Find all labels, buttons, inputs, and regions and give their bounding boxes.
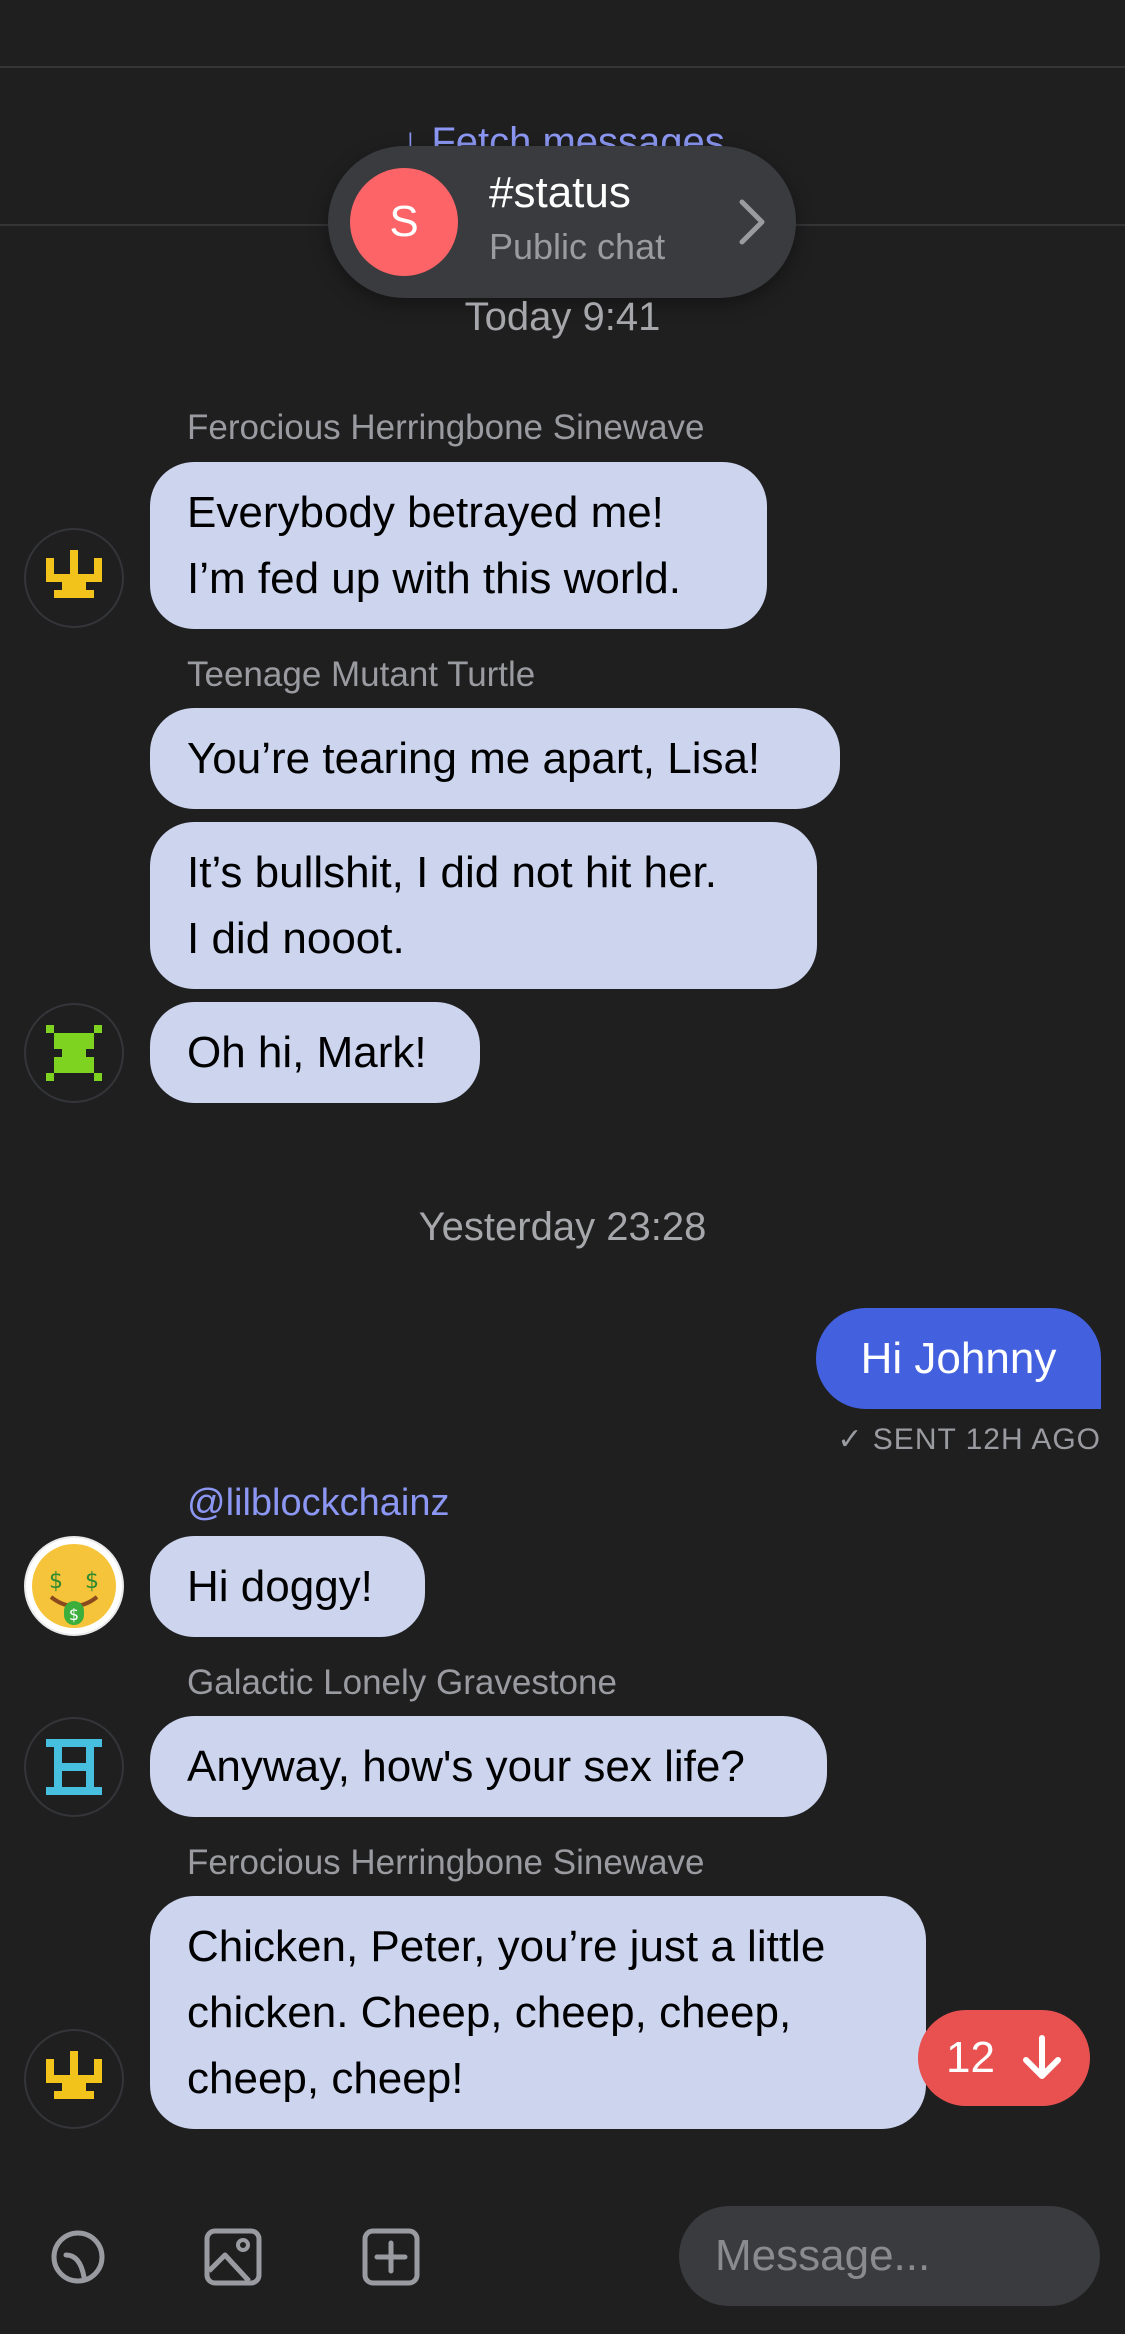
date-separator: Today 9:41 [464, 295, 661, 339]
message-bubble[interactable]: Chicken, Peter, you’re just a little chi… [150, 1896, 926, 2129]
avatar[interactable] [24, 2029, 124, 2129]
identicon-icon [46, 550, 102, 598]
add-icon[interactable] [359, 2225, 423, 2289]
date-separator: Yesterday 23:28 [418, 1205, 707, 1249]
chat-subtitle: Public chat [489, 226, 666, 267]
outgoing-message-bubble[interactable]: Hi Johnny [816, 1308, 1101, 1409]
sticker-icon[interactable] [46, 2225, 110, 2289]
sender-name: Ferocious Herringbone Sinewave [187, 408, 705, 447]
chat-avatar: S [350, 168, 458, 276]
identicon-icon [46, 1739, 102, 1795]
money-mouth-face-icon: $ $ $ [32, 1544, 116, 1628]
avatar[interactable]: $ $ $ [24, 1536, 124, 1636]
svg-text:$: $ [69, 1605, 79, 1624]
message-bubble[interactable]: You’re tearing me apart, Lisa! [150, 708, 840, 809]
avatar[interactable] [24, 1003, 124, 1103]
arrow-down-icon [1023, 2035, 1061, 2079]
unread-count: 12 [946, 2033, 995, 2082]
message-status: ✓ SENT 12H AGO [837, 1423, 1101, 1456]
sender-mention-link[interactable]: @lilblockchainz [187, 1482, 449, 1525]
svg-text:$: $ [49, 1569, 63, 1594]
chat-header-pill[interactable]: S #status Public chat [328, 146, 796, 298]
message-bubble[interactable]: It’s bullshit, I did not hit her. I did … [150, 822, 817, 989]
svg-text:$: $ [85, 1569, 99, 1594]
image-icon[interactable] [201, 2225, 265, 2289]
scroll-to-unread-button[interactable]: 12 [918, 2010, 1090, 2106]
chevron-right-icon [739, 199, 765, 245]
message-bubble[interactable]: Oh hi, Mark! [150, 1002, 480, 1103]
avatar[interactable] [24, 1717, 124, 1817]
chat-title: #status [489, 168, 631, 217]
message-bubble[interactable]: Everybody betrayed me! I’m fed up with t… [150, 462, 767, 629]
identicon-icon [46, 1025, 102, 1081]
message-bubble[interactable]: Hi doggy! [150, 1536, 425, 1637]
sender-name: Teenage Mutant Turtle [187, 655, 536, 694]
message-input[interactable]: Message... [679, 2206, 1100, 2306]
message-bubble[interactable]: Anyway, how's your sex life? [150, 1716, 827, 1817]
identicon-icon [46, 2051, 102, 2099]
sender-name: Galactic Lonely Gravestone [187, 1663, 617, 1702]
avatar[interactable] [24, 528, 124, 628]
sender-name: Ferocious Herringbone Sinewave [187, 1843, 705, 1882]
